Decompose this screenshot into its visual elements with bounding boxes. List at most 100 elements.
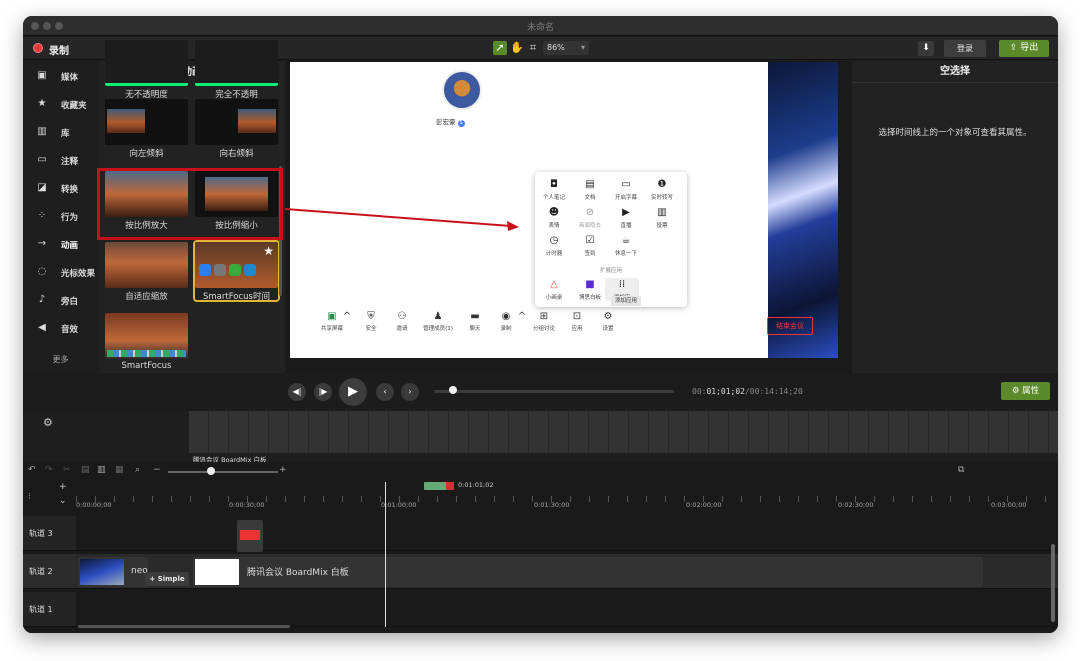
media-clip[interactable]: neo [78,557,148,587]
record-icon[interactable] [33,43,43,53]
sidebar-item-cursor-effects[interactable]: ◌ 光标效果 [23,259,98,286]
meeting-settings[interactable]: ⚙ 设置 [590,310,626,332]
zoom-select[interactable]: 86% ▾ [543,41,589,55]
meeting-members[interactable]: ♟ 管理成员(1) [418,310,458,332]
document-icon: ▤ [585,179,595,190]
undo-icon[interactable]: ↶ [28,465,36,475]
coffee-icon: ☕ [621,235,631,246]
prev-marker-button[interactable]: ‹ [376,383,394,401]
login-button[interactable]: 登录 [944,40,986,57]
play-button[interactable]: ▶ [339,378,367,406]
chevron-up-icon[interactable]: ^ [340,310,354,324]
chevron-right-icon: › [408,387,412,396]
select-tool-icon[interactable]: ➚ [493,41,507,55]
hand-tool-icon[interactable]: ✋ [510,41,524,55]
zoom-out-icon[interactable]: − [153,465,161,475]
sidebar-item-audio-effects[interactable]: ◀ 音效 [23,315,98,342]
download-button[interactable]: ⬇ [918,41,934,56]
transition-tag[interactable]: + Simple [145,572,189,586]
track-header-3[interactable]: 轨道 3 [23,516,76,551]
popup-item-checkin[interactable]: ☑ 签到 [573,234,607,257]
popup-item-notes[interactable]: ◘ 个人笔记 [537,178,571,201]
timeline-horizontal-scrollbar[interactable] [78,625,290,628]
track-options-icon[interactable]: ⁝ [28,492,31,502]
track-header-1[interactable]: 轨道 1 [23,592,76,627]
popup-item-timer[interactable]: ◷ 计时器 [537,234,571,257]
animation-thumbnail: ★ [195,242,278,288]
detach-icon[interactable]: ⧉ [958,465,964,475]
popup-item-docs[interactable]: ▤ 文档 [573,178,607,201]
sidebar-item-voice-narration[interactable]: ♪ 旁白 [23,287,98,314]
popup-item-live[interactable]: ▶ 直播 [609,206,643,229]
timeline-zoom-knob[interactable] [207,467,215,475]
popup-item-break[interactable]: ☕ 休息一下 [609,234,643,257]
badge-icon: S [457,120,465,127]
sidebar-item-library[interactable]: ▥ 库 [23,119,98,146]
ruler-label: 0:02:30;00 [838,501,874,509]
meeting-breakout[interactable]: ⊞ 分组讨论 [526,310,562,332]
track-row-1[interactable] [76,592,1058,627]
sidebar-item-transitions[interactable]: ◪ 转换 [23,175,98,202]
cut-icon[interactable]: ✂ [63,465,71,475]
timeline-zoom-slider[interactable] [168,471,278,473]
clip-name: 腾讯会议 BoardMix 白板 [247,568,349,578]
animation-card-selected[interactable]: ★ SmartFocus时间 [193,240,280,302]
sidebar-item-annotations[interactable]: ▭ 注释 [23,147,98,174]
copy-icon[interactable]: ▤ [81,465,90,475]
window-title: 未命名 [526,23,554,33]
playhead-line[interactable] [385,482,386,627]
step-back-button[interactable]: ◀| [288,383,306,401]
chevron-down-icon[interactable]: ⌄ [59,496,67,506]
popup-app-xiaohuazhuo[interactable]: △ 小画桌 [537,278,571,301]
paste-icon[interactable]: ▥ [97,465,106,475]
frame-thumbnails[interactable] [189,411,1058,453]
playback-progress[interactable] [434,390,674,393]
timeline-vertical-scrollbar[interactable] [1051,544,1055,622]
export-label: 导出 [1020,43,1039,53]
record-button[interactable]: 录制 [49,42,69,57]
more-button[interactable]: 更多 [23,354,98,365]
annotation-clip[interactable] [237,520,263,552]
track-row-3[interactable] [76,516,1058,552]
popup-app-boardmix[interactable]: ■ 博思白板 [573,278,607,301]
track-row-2[interactable]: neo + Simple 腾讯会议 BoardMix 白板 [76,554,1058,589]
user-name: 彭宏豪 S [436,118,465,127]
timeline-ruler[interactable]: 0:01:01;02 0:00:00;00 0:00:30;00 0:01:00… [76,481,1058,515]
popup-item-vote[interactable]: ▥ 投票 [645,206,679,229]
landscape-image [107,109,145,133]
track-header-2[interactable]: 轨道 2 [23,554,76,589]
popup-item-emoji[interactable]: ☻ 表情 [537,206,571,229]
properties-button[interactable]: ⚙ 属性 [1001,382,1050,400]
microphone-icon: ♪ [38,294,46,305]
popup-item-hide[interactable]: ⊘ 画面隐去 [573,206,607,229]
next-marker-button[interactable]: › [401,383,419,401]
end-meeting-button[interactable]: 结束会议 [767,317,813,335]
out-marker[interactable] [446,482,454,490]
track-label: 轨道 3 [29,529,53,538]
library-icon: ▥ [37,126,47,137]
zoom-in-icon[interactable]: + [279,465,287,475]
meeting-invite[interactable]: ⚇ 邀请 [384,310,420,332]
add-track-icon[interactable]: + [59,482,67,492]
sidebar-item-media[interactable]: ▣ 媒体 [23,63,98,90]
step-forward-icon: |▶ [318,387,328,396]
crop-tool-icon[interactable]: ⌗ [526,41,540,55]
popup-item-captions[interactable]: ▭ 开启字幕 [609,178,643,201]
animation-label: 自适应缩放 [125,292,168,302]
redo-icon[interactable]: ↷ [45,465,53,475]
cursor-icon: ◌ [37,266,47,277]
sidebar-item-animations[interactable]: → 动画 [23,231,98,258]
popup-item-transcribe[interactable]: ❶ 实时转写 [645,178,679,201]
sidebar-item-favorites[interactable]: ★ 收藏夹 [23,91,98,118]
zoom-search-icon[interactable]: ⌕ [135,465,140,475]
caption-icon: ▭ [621,179,631,190]
export-button[interactable]: ⇪ 导出 [999,40,1049,57]
gear-icon[interactable]: ⚙ [43,416,53,429]
sidebar-item-behaviors[interactable]: ⁘ 行为 [23,203,98,230]
animation-label: 向左倾斜 [129,149,164,159]
step-forward-button[interactable]: |▶ [314,383,332,401]
title-bar: 未命名 [23,16,1058,36]
media-clip[interactable]: 腾讯会议 BoardMix 白板 [193,557,983,587]
split-icon[interactable]: ▦ [115,465,124,475]
step-back-icon: ◀| [292,387,302,396]
